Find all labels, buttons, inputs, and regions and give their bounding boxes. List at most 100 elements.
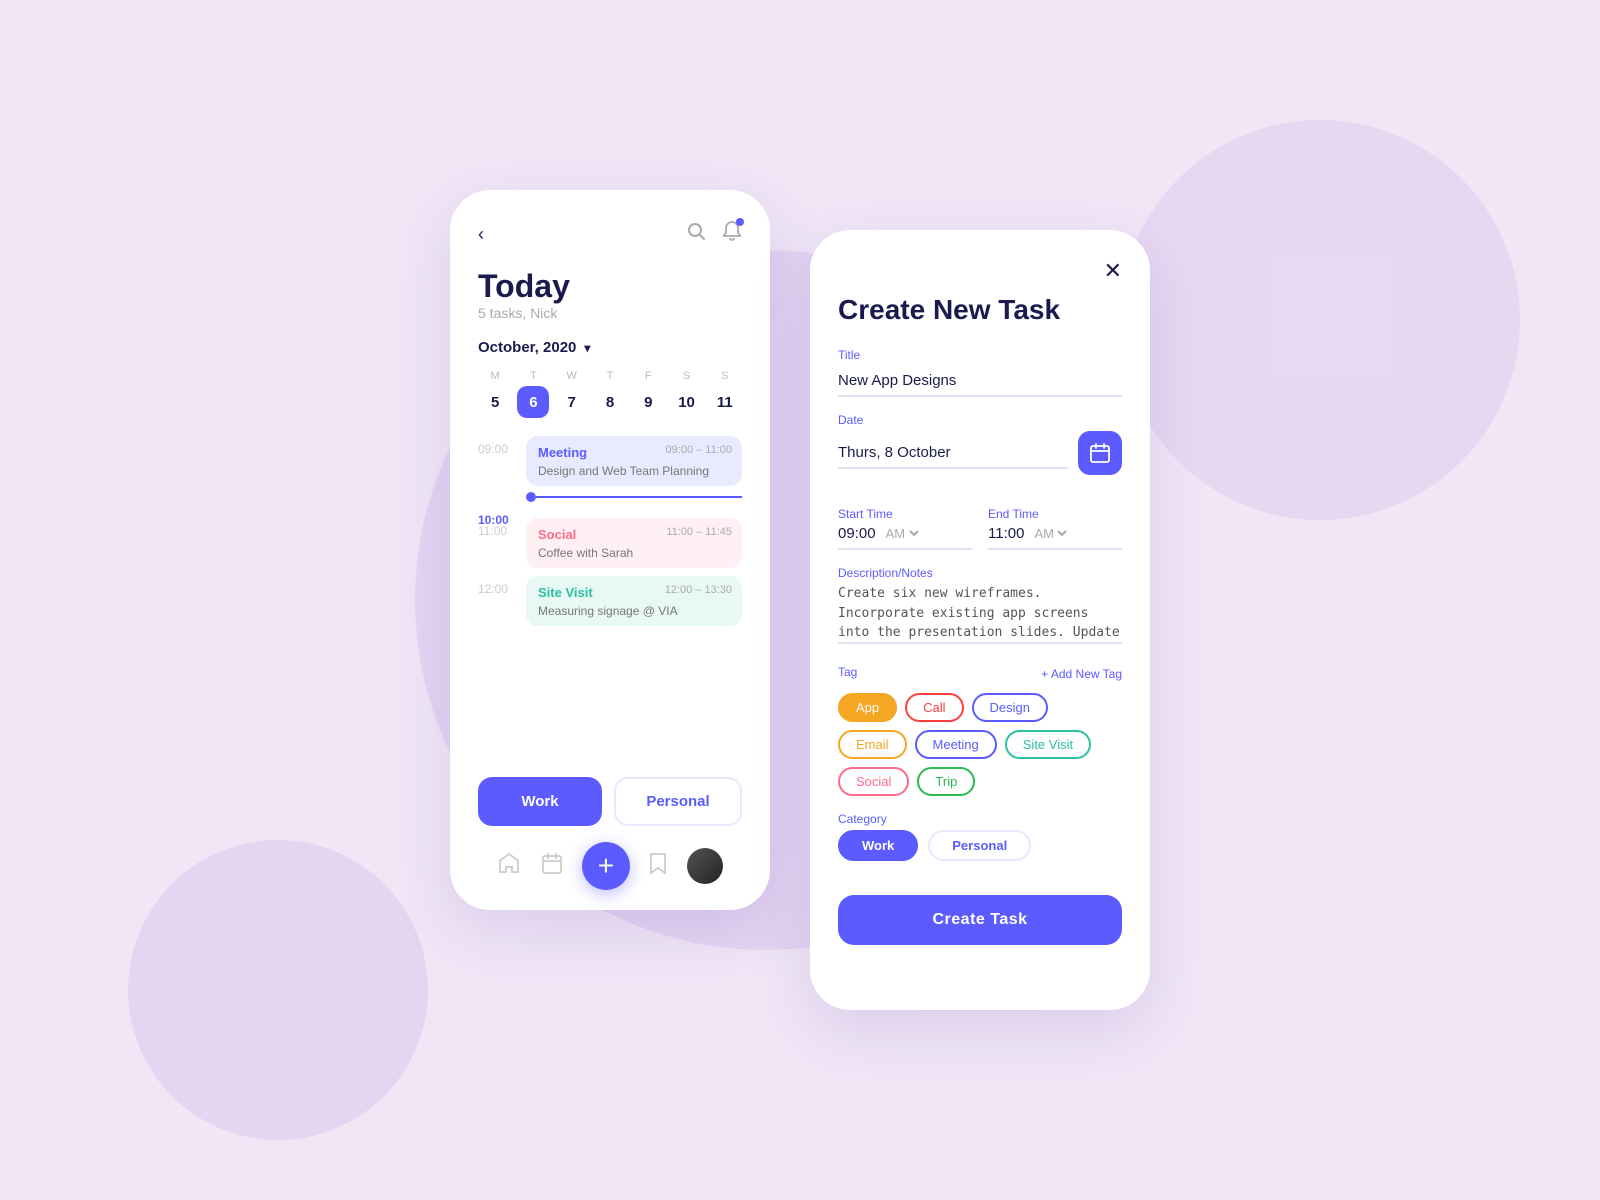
- add-new-tag-button[interactable]: + Add New Tag: [1041, 667, 1122, 681]
- sitevisit-desc: Measuring signage @ VIA: [538, 604, 730, 618]
- social-desc: Coffee with Sarah: [538, 546, 730, 560]
- tag-email[interactable]: Email: [838, 730, 907, 759]
- calendar-days: M 5 T 6 W 7 T 8 F 9 S 10: [478, 370, 742, 418]
- end-time-label: End Time: [988, 507, 1122, 521]
- description-textarea[interactable]: Create six new wireframes. Incorporate e…: [838, 584, 1122, 644]
- cal-letter-sun: S: [721, 370, 728, 382]
- create-task-button[interactable]: Create Task: [838, 895, 1122, 945]
- phone-create-task: ✕ Create New Task Title Date: [810, 230, 1150, 1010]
- calendar-picker-button[interactable]: [1078, 431, 1122, 475]
- date-field: Date: [838, 413, 1122, 491]
- category-personal[interactable]: Personal: [928, 830, 1031, 861]
- meeting-desc: Design and Web Team Planning: [538, 464, 730, 478]
- cal-letter-tue: T: [530, 370, 537, 382]
- tag-call[interactable]: Call: [905, 693, 963, 722]
- start-ampm-select[interactable]: AM PM: [882, 525, 922, 542]
- home-nav-icon[interactable]: [497, 851, 521, 881]
- cal-day-tue[interactable]: T 6: [516, 370, 550, 418]
- cal-day-sat[interactable]: S 10: [669, 370, 703, 418]
- event-social[interactable]: Social 11:00 – 11:45 Coffee with Sarah: [526, 518, 742, 568]
- search-icon[interactable]: [686, 221, 706, 247]
- cal-day-sun[interactable]: S 11: [708, 370, 742, 418]
- meeting-time: 09:00 – 11:00: [666, 444, 732, 456]
- social-title: Social: [538, 527, 576, 542]
- tag-meeting[interactable]: Meeting: [915, 730, 997, 759]
- add-task-fab[interactable]: +: [582, 842, 630, 890]
- start-time-label: Start Time: [838, 507, 972, 521]
- cal-num-tue: 6: [517, 386, 549, 418]
- month-row: October, 2020 ▾: [478, 339, 742, 356]
- time-1200: 12:00: [478, 576, 514, 596]
- create-task-title: Create New Task: [838, 294, 1122, 326]
- month-label: October, 2020: [478, 339, 576, 356]
- category-chips: Work Personal: [838, 830, 1122, 861]
- event-meeting[interactable]: Meeting 09:00 – 11:00 Design and Web Tea…: [526, 436, 742, 486]
- cal-letter-mon: M: [491, 370, 500, 382]
- cal-num-mon: 5: [479, 386, 511, 418]
- cal-num-wed: 7: [556, 386, 588, 418]
- end-ampm-select[interactable]: AM PM: [1030, 525, 1070, 542]
- cal-day-mon[interactable]: M 5: [478, 370, 512, 418]
- start-time-group: Start Time 09:00 AM PM: [838, 507, 972, 550]
- cal-day-thu[interactable]: T 8: [593, 370, 627, 418]
- desc-label: Description/Notes: [838, 566, 1122, 580]
- category-field: Category Work Personal: [838, 812, 1122, 879]
- work-button[interactable]: Work: [478, 777, 602, 826]
- tags-grid: App Call Design Email Meeting Site Visit…: [838, 693, 1122, 796]
- user-avatar[interactable]: [687, 848, 723, 884]
- header-icons: [686, 220, 742, 248]
- category-work[interactable]: Work: [838, 830, 918, 861]
- progress-line: [536, 496, 742, 498]
- category-buttons: Work Personal: [478, 777, 742, 826]
- date-input[interactable]: [838, 438, 1068, 469]
- time-1100: 11:00: [478, 518, 514, 538]
- end-time-row: 11:00 AM PM: [988, 525, 1122, 550]
- title-label: Title: [838, 348, 1122, 362]
- cal-letter-wed: W: [567, 370, 577, 382]
- notification-dot: [736, 218, 744, 226]
- close-button[interactable]: ✕: [1104, 258, 1122, 284]
- cal-num-fri: 9: [632, 386, 664, 418]
- tag-section-label: Tag: [838, 665, 857, 679]
- category-label: Category: [838, 812, 1122, 826]
- cal-num-sun: 11: [709, 386, 741, 418]
- personal-button[interactable]: Personal: [614, 777, 742, 826]
- tags-header: Tag + Add New Tag: [838, 665, 1122, 683]
- progress-dot: [526, 492, 536, 502]
- tag-app[interactable]: App: [838, 693, 897, 722]
- schedule: 09:00 Meeting 09:00 – 11:00 Design and W…: [478, 436, 742, 763]
- cal-day-fri[interactable]: F 9: [631, 370, 665, 418]
- end-time-value: 11:00: [988, 525, 1024, 542]
- bookmark-nav-icon[interactable]: [648, 851, 668, 881]
- meeting-title: Meeting: [538, 445, 587, 460]
- date-input-wrap: [838, 438, 1068, 469]
- calendar-nav-icon[interactable]: [540, 851, 564, 881]
- event-sitevisit[interactable]: Site Visit 12:00 – 13:30 Measuring signa…: [526, 576, 742, 626]
- cal-letter-sat: S: [683, 370, 690, 382]
- tag-social[interactable]: Social: [838, 767, 909, 796]
- bottom-nav: +: [478, 842, 742, 890]
- time-slot-1200: 12:00 Site Visit 12:00 – 13:30 Measuring…: [478, 576, 742, 626]
- tag-sitevisit[interactable]: Site Visit: [1005, 730, 1091, 759]
- phone-today: ‹ Today 5 tasks, Nick: [450, 190, 770, 910]
- phones-container: ‹ Today 5 tasks, Nick: [450, 190, 1150, 1010]
- title-input[interactable]: [838, 366, 1122, 397]
- tag-trip[interactable]: Trip: [917, 767, 975, 796]
- sitevisit-title: Site Visit: [538, 585, 593, 600]
- cal-day-wed[interactable]: W 7: [555, 370, 589, 418]
- today-subtitle: 5 tasks, Nick: [478, 305, 742, 321]
- bg-circle-small: [128, 840, 428, 1140]
- tag-design[interactable]: Design: [972, 693, 1048, 722]
- cal-letter-thu: T: [607, 370, 614, 382]
- back-button[interactable]: ‹: [478, 224, 484, 245]
- month-dropdown-icon[interactable]: ▾: [584, 341, 590, 355]
- social-time: 11:00 – 11:45: [666, 526, 732, 538]
- time-slot-1100: 11:00 Social 11:00 – 11:45 Coffee with S…: [478, 518, 742, 568]
- today-title: Today: [478, 268, 742, 305]
- description-field: Description/Notes Create six new wirefra…: [838, 566, 1122, 649]
- sitevisit-time: 12:00 – 13:30: [665, 584, 732, 596]
- notification-icon[interactable]: [722, 220, 742, 248]
- date-row: [838, 431, 1122, 475]
- date-label: Date: [838, 413, 1122, 427]
- cal-num-thu: 8: [594, 386, 626, 418]
